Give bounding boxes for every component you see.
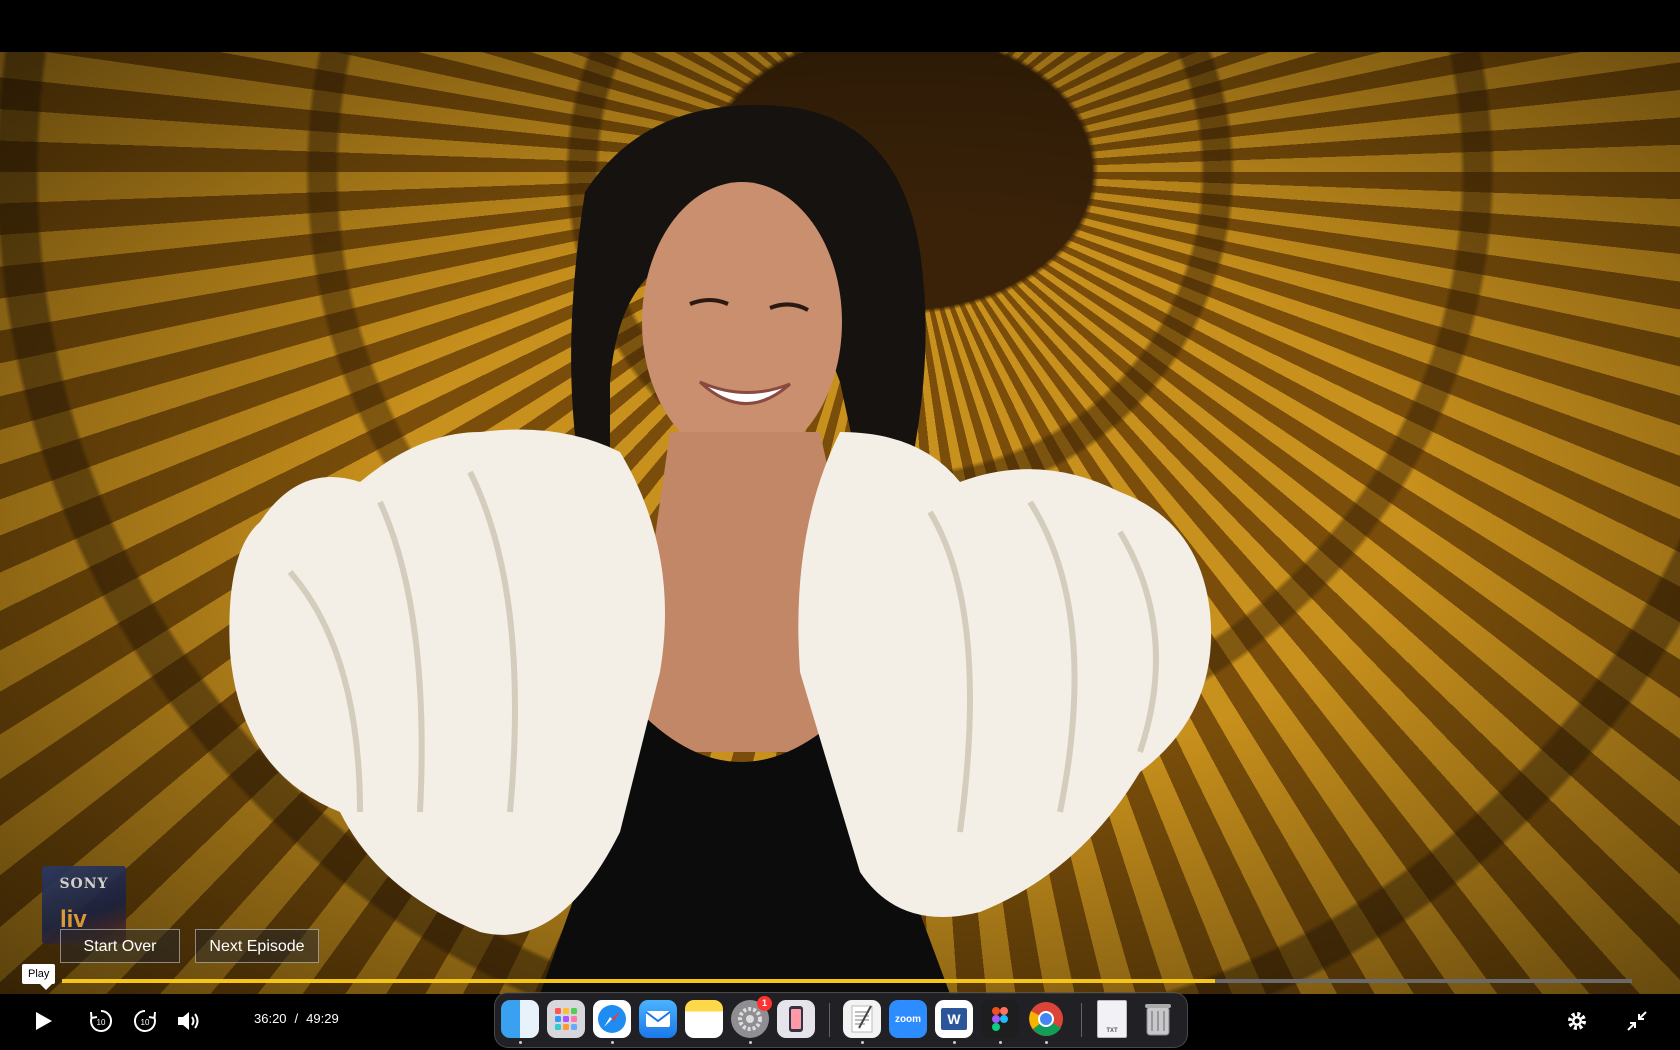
progress-bar[interactable] xyxy=(62,979,1632,983)
forward-label: 10 xyxy=(141,1018,150,1027)
notes-icon[interactable] xyxy=(685,1000,723,1038)
system-settings-icon[interactable]: 1 xyxy=(731,996,772,1044)
exit-fullscreen-icon[interactable] xyxy=(1620,1004,1654,1038)
forward-10-icon[interactable]: 10 xyxy=(128,1004,162,1038)
launchpad-icon[interactable] xyxy=(547,1000,585,1038)
video-frame[interactable] xyxy=(0,52,1680,994)
settings-icon[interactable] xyxy=(1560,1004,1594,1038)
dock-separator xyxy=(829,1003,830,1037)
next-episode-button[interactable]: Next Episode xyxy=(195,929,319,963)
word-letter: W xyxy=(941,1008,967,1030)
txt-label: TXT xyxy=(1106,1028,1118,1034)
figma-icon[interactable] xyxy=(981,1000,1019,1044)
current-time: 36:20 xyxy=(254,1011,287,1026)
duration: 49:29 xyxy=(306,1011,339,1026)
dock-separator xyxy=(1081,1003,1082,1037)
iphone-mirroring-icon[interactable] xyxy=(777,1000,815,1038)
macos-dock: 1 zoom W TXT xyxy=(494,992,1188,1048)
mail-icon[interactable] xyxy=(639,1000,677,1038)
video-person-illustration xyxy=(229,105,1212,994)
play-icon[interactable] xyxy=(26,1004,60,1038)
rewind-label: 10 xyxy=(97,1018,106,1027)
logo-brand: SONY xyxy=(59,876,109,892)
safari-icon[interactable] xyxy=(593,1000,631,1044)
word-icon[interactable]: W xyxy=(935,1000,973,1044)
volume-icon[interactable] xyxy=(172,1004,206,1038)
chrome-icon[interactable] xyxy=(1027,1000,1065,1044)
settings-badge: 1 xyxy=(757,996,772,1011)
trash-icon[interactable] xyxy=(1139,1000,1177,1038)
rewind-10-icon[interactable]: 10 xyxy=(84,1004,118,1038)
finder-icon[interactable] xyxy=(501,1000,539,1044)
time-display: 36:20 / 49:29 xyxy=(250,1011,343,1026)
progress-fill xyxy=(62,979,1216,983)
start-over-button[interactable]: Start Over xyxy=(60,929,180,963)
textedit-icon[interactable] xyxy=(843,1000,881,1044)
zoom-icon[interactable]: zoom xyxy=(889,1000,927,1038)
play-tooltip: Play xyxy=(22,964,56,990)
txt-document-icon[interactable]: TXT xyxy=(1093,1000,1131,1038)
time-separator: / xyxy=(294,1011,299,1026)
